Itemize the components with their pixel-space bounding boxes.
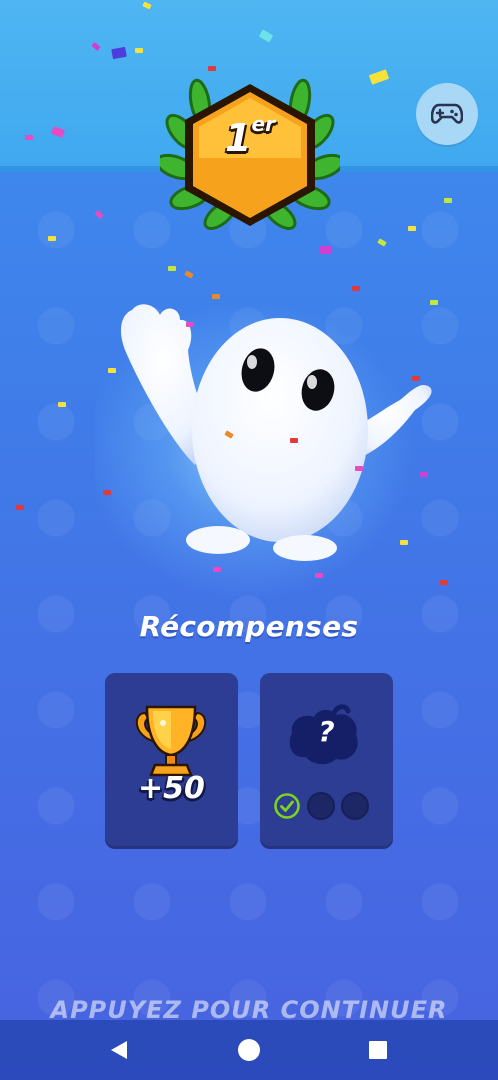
progress-dots	[273, 792, 369, 820]
trophy-reward-card: +50	[105, 673, 238, 849]
recents-square-icon	[369, 1041, 387, 1059]
mystery-reward-card: ?	[260, 673, 393, 849]
progress-dot-empty	[341, 792, 369, 820]
navigation-bar	[0, 1020, 498, 1080]
check-icon	[273, 792, 301, 820]
rewards-title: Récompenses	[139, 610, 359, 643]
trophy-icon	[135, 705, 207, 777]
recents-button[interactable]	[364, 1036, 392, 1064]
rank-label: 1er	[225, 112, 275, 160]
gamepad-icon	[431, 103, 463, 124]
rank-badge: 1er	[155, 72, 345, 237]
home-circle-icon	[238, 1039, 260, 1061]
back-button[interactable]	[105, 1036, 133, 1064]
controller-button[interactable]	[416, 83, 478, 145]
trophy-amount: +50	[138, 771, 205, 806]
mystery-symbol: ?	[318, 715, 335, 748]
home-button[interactable]	[235, 1036, 263, 1064]
back-triangle-icon	[111, 1041, 127, 1059]
progress-dot-empty	[307, 792, 335, 820]
ghost-character-icon	[120, 304, 432, 561]
player-character	[100, 290, 440, 570]
